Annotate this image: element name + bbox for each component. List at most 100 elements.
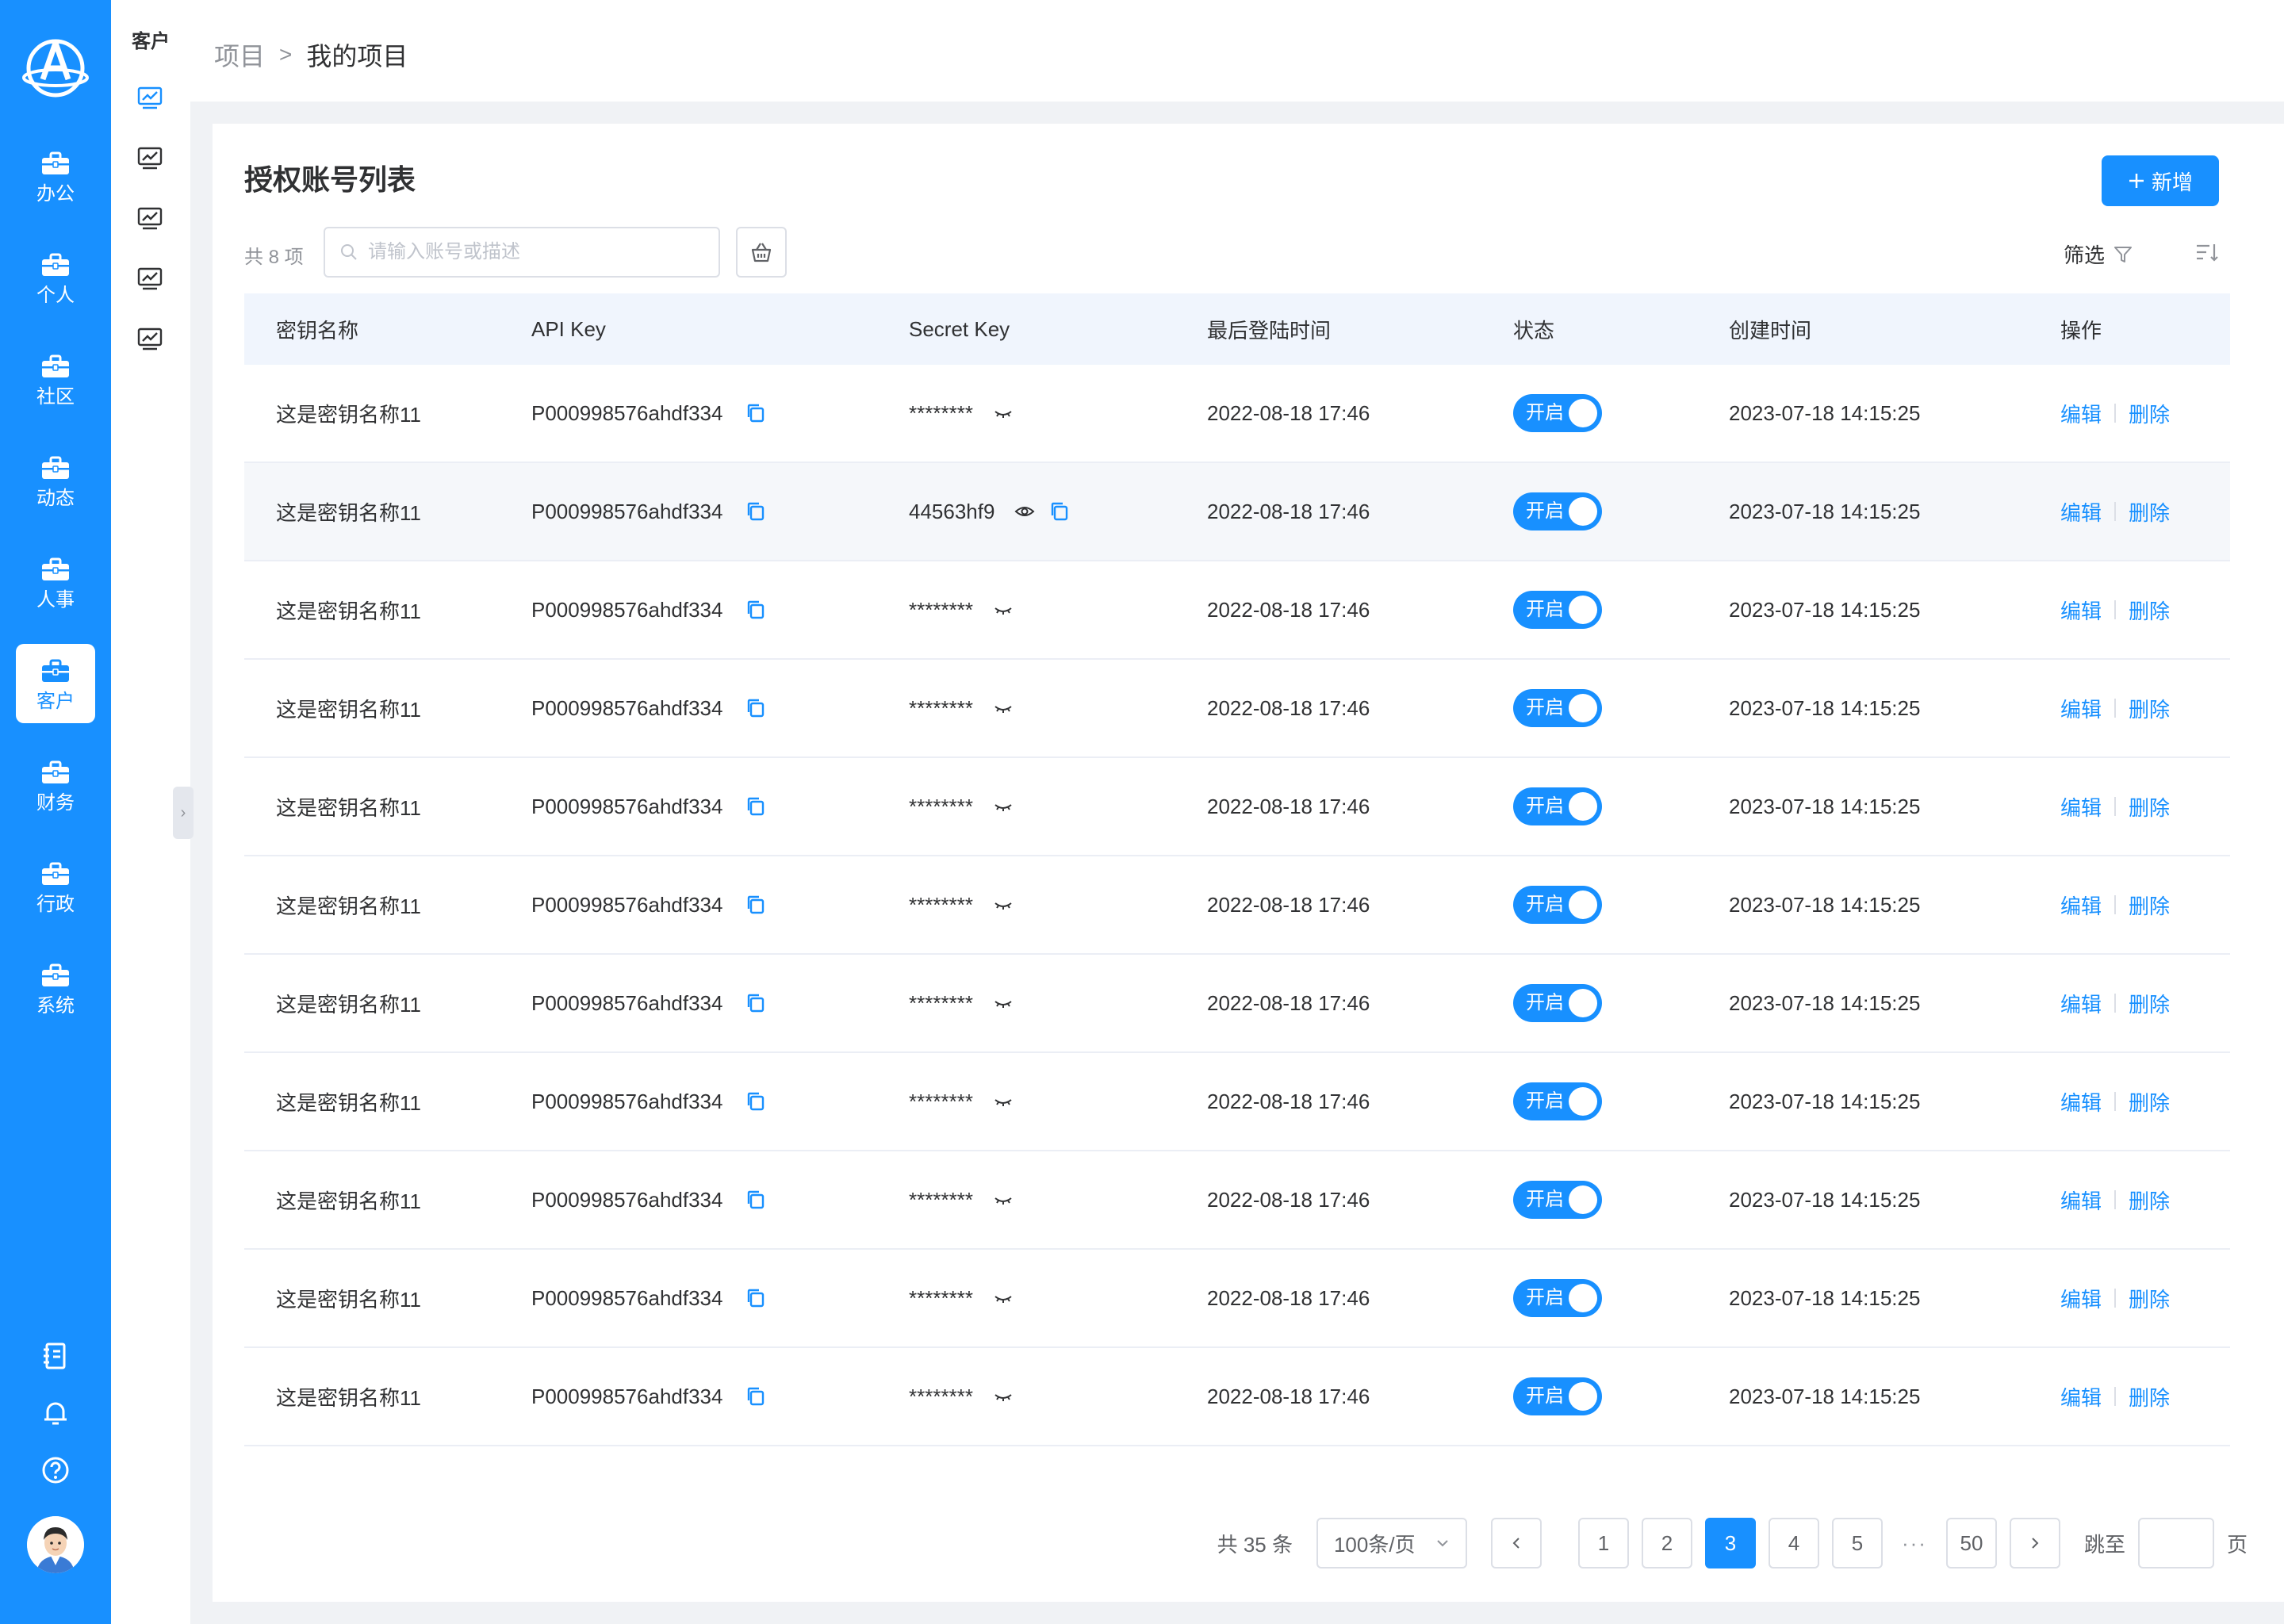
edit-link[interactable]: 编辑 [2060, 1185, 2102, 1215]
chart-monitor-icon[interactable] [136, 206, 163, 232]
nav-item-3[interactable]: 动态 [16, 441, 95, 520]
status-toggle[interactable]: 开启 [1513, 689, 1602, 727]
basket-button[interactable] [736, 227, 787, 278]
breadcrumb-parent[interactable]: 项目 [214, 36, 265, 73]
nav-item-5[interactable]: 客户 [16, 644, 95, 723]
search-input[interactable] [368, 241, 701, 263]
eye-closed-icon[interactable] [992, 795, 1014, 818]
chart-monitor-icon[interactable] [136, 266, 163, 292]
status-toggle[interactable]: 开启 [1513, 984, 1602, 1022]
jump-page-input[interactable] [2137, 1518, 2214, 1568]
collapse-sidebar-button[interactable]: › [173, 787, 194, 839]
copy-icon[interactable] [745, 402, 767, 424]
nav-item-label: 客户 [36, 691, 75, 712]
status-toggle[interactable]: 开启 [1513, 1082, 1602, 1120]
delete-link[interactable]: 删除 [2129, 399, 2170, 428]
eye-closed-icon[interactable] [992, 599, 1014, 621]
breadcrumb-separator: > [279, 42, 293, 67]
edit-link[interactable]: 编辑 [2060, 989, 2102, 1018]
edit-link[interactable]: 编辑 [2060, 596, 2102, 625]
delete-link[interactable]: 删除 [2129, 989, 2170, 1018]
status-toggle[interactable]: 开启 [1513, 1377, 1602, 1415]
copy-icon[interactable] [745, 697, 767, 719]
delete-link[interactable]: 删除 [2129, 497, 2170, 527]
chart-monitor-icon[interactable] [136, 86, 163, 111]
status-toggle[interactable]: 开启 [1513, 394, 1602, 432]
status-toggle[interactable]: 开启 [1513, 787, 1602, 825]
edit-link[interactable]: 编辑 [2060, 694, 2102, 723]
chevron-right-icon: › [180, 804, 186, 822]
status-toggle[interactable]: 开启 [1513, 886, 1602, 924]
nav-item-4[interactable]: 人事 [16, 542, 95, 622]
page-button-last[interactable]: 50 [1945, 1518, 1997, 1568]
copy-icon[interactable] [745, 1090, 767, 1113]
help-icon[interactable] [40, 1454, 71, 1486]
delete-link[interactable]: 删除 [2129, 1284, 2170, 1313]
copy-icon[interactable] [745, 599, 767, 621]
status-toggle[interactable]: 开启 [1513, 1181, 1602, 1219]
status-toggle[interactable]: 开启 [1513, 591, 1602, 629]
status-toggle[interactable]: 开启 [1513, 492, 1602, 530]
user-avatar[interactable] [27, 1516, 84, 1573]
prev-page-button[interactable] [1490, 1518, 1542, 1568]
nav-item-1[interactable]: 个人 [16, 238, 95, 317]
eye-closed-icon[interactable] [992, 1385, 1014, 1408]
copy-icon[interactable] [745, 992, 767, 1014]
status-toggle[interactable]: 开启 [1513, 1279, 1602, 1317]
copy-icon[interactable] [745, 1385, 767, 1408]
filter-button[interactable]: 筛选 [2064, 239, 2135, 269]
pagination-ellipsis[interactable]: ··· [1895, 1531, 1933, 1556]
page-button-4[interactable]: 4 [1768, 1518, 1819, 1568]
edit-link[interactable]: 编辑 [2060, 1087, 2102, 1116]
next-page-button[interactable] [2009, 1518, 2060, 1568]
notebook-icon[interactable] [40, 1340, 71, 1372]
nav-item-7[interactable]: 行政 [16, 847, 95, 926]
copy-icon[interactable] [745, 795, 767, 818]
edit-link[interactable]: 编辑 [2060, 1284, 2102, 1313]
search-box[interactable] [324, 227, 720, 278]
eye-closed-icon[interactable] [992, 697, 1014, 719]
delete-link[interactable]: 删除 [2129, 596, 2170, 625]
edit-link[interactable]: 编辑 [2060, 1382, 2102, 1411]
eye-open-icon[interactable] [1014, 500, 1036, 523]
nav-item-2[interactable]: 社区 [16, 339, 95, 419]
delete-link[interactable]: 删除 [2129, 1185, 2170, 1215]
edit-link[interactable]: 编辑 [2060, 891, 2102, 920]
page-button-1[interactable]: 1 [1577, 1518, 1629, 1568]
nav-item-0[interactable]: 办公 [16, 136, 95, 216]
delete-link[interactable]: 删除 [2129, 891, 2170, 920]
column-settings-icon[interactable] [2194, 239, 2219, 265]
eye-closed-icon[interactable] [992, 894, 1014, 916]
copy-icon[interactable] [745, 894, 767, 916]
status-toggle-label: 开启 [1526, 1287, 1564, 1308]
delete-link[interactable]: 删除 [2129, 1382, 2170, 1411]
eye-closed-icon[interactable] [992, 1189, 1014, 1211]
copy-icon[interactable] [745, 1189, 767, 1211]
page-button-5[interactable]: 5 [1831, 1518, 1883, 1568]
nav-item-6[interactable]: 财务 [16, 745, 95, 825]
nav-item-8[interactable]: 系统 [16, 948, 95, 1028]
edit-link[interactable]: 编辑 [2060, 792, 2102, 822]
delete-link[interactable]: 删除 [2129, 1087, 2170, 1116]
edit-link[interactable]: 编辑 [2060, 399, 2102, 428]
page-button-2[interactable]: 2 [1641, 1518, 1692, 1568]
cell-created: 2023-07-18 14:15:25 [1729, 1187, 1921, 1212]
edit-link[interactable]: 编辑 [2060, 497, 2102, 527]
eye-closed-icon[interactable] [992, 402, 1014, 424]
page-button-3[interactable]: 3 [1704, 1518, 1756, 1568]
delete-link[interactable]: 删除 [2129, 792, 2170, 822]
copy-icon[interactable] [745, 500, 767, 523]
chart-monitor-icon[interactable] [136, 146, 163, 171]
briefcase-icon [40, 151, 71, 176]
eye-closed-icon[interactable] [992, 1090, 1014, 1113]
copy-icon[interactable] [745, 1287, 767, 1309]
table-row: 这是密钥名称11 P000998576ahdf334 ******** 2022… [244, 856, 2230, 955]
copy-icon[interactable] [1048, 500, 1071, 523]
add-button[interactable]: 新增 [2102, 155, 2219, 206]
eye-closed-icon[interactable] [992, 992, 1014, 1014]
chart-monitor-icon[interactable] [136, 327, 163, 352]
eye-closed-icon[interactable] [992, 1287, 1014, 1309]
bell-icon[interactable] [40, 1397, 71, 1429]
delete-link[interactable]: 删除 [2129, 694, 2170, 723]
page-size-select[interactable]: 100条/页 [1316, 1518, 1467, 1568]
